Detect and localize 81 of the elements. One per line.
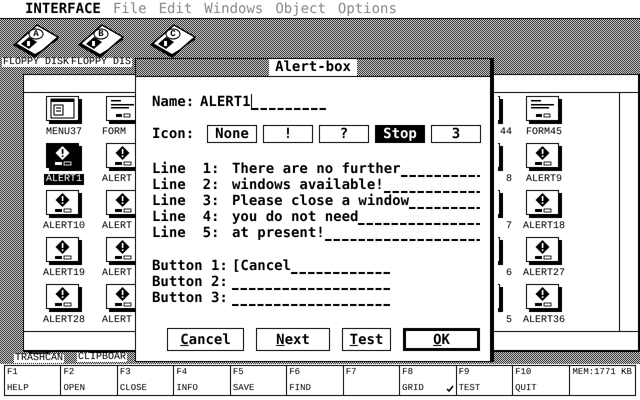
field-label: Line 1: [152,161,220,177]
field-label: Icon: [152,126,196,142]
icon-option[interactable]: 3 [431,125,481,143]
field-label: Line 2: [152,177,220,193]
key-name: F1 [7,367,19,378]
file-label: ALERT [101,221,134,232]
file-label: 8 [504,174,513,185]
file-label: 5 [504,315,513,326]
key-name: F3 [120,367,132,378]
drive-letter: C [169,29,177,39]
file-label: 44 [498,127,513,138]
file-label: ALERT19 [42,268,86,279]
field-label: Line 3: [152,193,220,209]
function-key[interactable]: F9 TEST [456,366,514,395]
function-key[interactable]: F8 GRID [400,366,457,395]
key-label: TEST [458,383,480,394]
key-label: SAVE [232,383,254,394]
file-label: FORM [101,127,128,138]
text-line-field[interactable]: There are no further [232,161,480,177]
key-name: F9 [458,367,470,378]
key-name: F4 [176,367,188,378]
key-label: HELP [7,383,29,394]
file-label: ALERT27 [522,268,566,279]
icon-option[interactable]: ? [319,125,369,143]
function-key[interactable]: F10 QUIT [513,366,570,395]
key-name: F10 [515,367,532,378]
function-key[interactable]: F7 [344,366,400,395]
file-label: ALERT10 [42,221,86,232]
field-label: Line 5: [152,225,220,241]
drive-letter: B [97,29,105,39]
icon-option[interactable]: None [207,125,257,143]
file-label: FORM45 [524,127,563,138]
file-label: 7 [504,221,513,232]
key-name: F5 [232,367,245,378]
key-name: F8 [402,367,414,378]
function-key[interactable]: F6 FIND [287,366,344,395]
icon-label: TRASHCAN [14,354,64,363]
memory-value: 1771 KB [594,367,632,379]
dialog-button[interactable]: OK [403,328,480,351]
file-label: ALERT9 [524,174,563,185]
dialog-button[interactable]: Test [342,328,391,351]
file-label: ALERT36 [522,315,566,326]
menu-icon[interactable] [46,96,82,124]
key-label: INFO [176,383,198,394]
key-label: OPEN [63,383,86,394]
key-label: QUIT [515,383,537,394]
field-label: Button 3: [152,290,229,306]
file-label: ALERT18 [522,221,566,232]
function-key[interactable]: F2 OPEN [61,366,118,395]
field-label: Button 2: [152,274,229,290]
function-key[interactable]: F3 CLOSE [118,366,174,395]
key-name: F2 [63,367,76,378]
function-key[interactable]: F5 SAVE [230,366,288,395]
key-label: GRID [402,383,424,394]
key-name: F6 [289,367,302,378]
file-label: ALERT [101,174,134,185]
file-label: ALERT1 [44,174,84,185]
function-key[interactable]: F1 HELP [5,366,62,395]
dialog-button[interactable]: Cancel [167,328,244,351]
field-label: Line 4: [152,209,220,225]
file-label: MENU37 [44,127,83,138]
memory-label: MEM: [572,367,594,379]
icon-option[interactable]: Stop [375,125,425,143]
icon-option[interactable]: ! [263,125,313,143]
function-key[interactable]: F4 INFO [174,366,231,395]
text-line-field[interactable]: Please close a window [232,193,480,209]
file-label: ALERT [101,268,134,279]
text-line-field[interactable]: windows available! [232,177,480,193]
file-label: ALERT28 [42,315,86,326]
drive-letter: A [32,29,40,39]
key-name: F7 [346,367,358,378]
key-label: FIND [289,383,311,394]
dialog-button[interactable]: Next [256,328,330,351]
key-label: CLOSE [120,383,147,394]
text-line-field[interactable]: you do not need [232,209,480,225]
menu-item[interactable]: INTERFACE [25,0,101,18]
file-label: ALERT [101,315,134,326]
file-label: 6 [504,268,513,279]
dialog-title: Alert-box [269,59,357,76]
field-label: Button 1: [152,258,229,274]
field-label: Name: [152,94,196,110]
